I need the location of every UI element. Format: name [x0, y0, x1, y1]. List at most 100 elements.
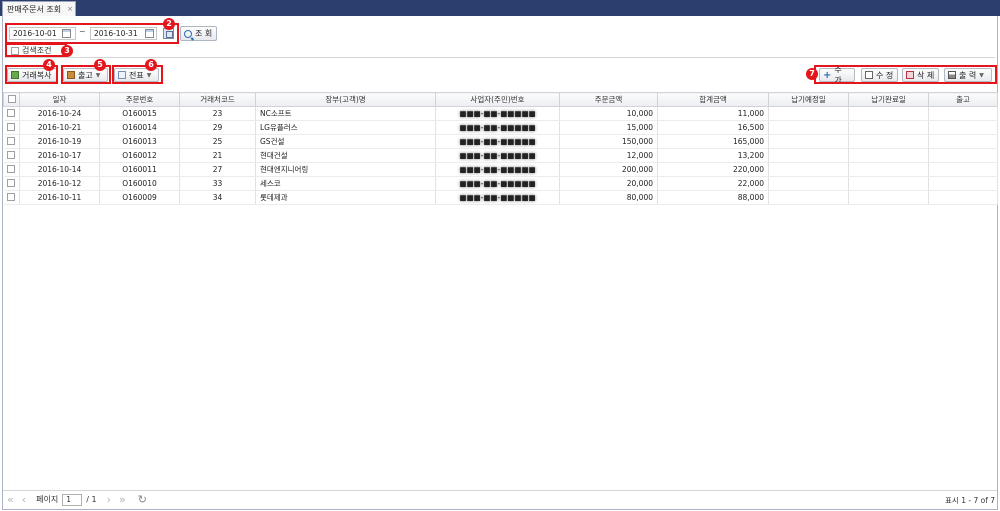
cell-release	[928, 148, 998, 163]
cell-business-no: ■■■-■■-■■■■■	[435, 190, 560, 205]
column-header-total-amount[interactable]: 합계금액	[657, 92, 769, 107]
prev-page-icon[interactable]: ‹	[22, 493, 26, 506]
cell-client-code: 34	[179, 190, 256, 205]
callout-badge-3: 3	[61, 45, 73, 57]
table-row[interactable]: 2016-10-14 O160011 27 현대엔지니어링 ■■■-■■-■■■…	[3, 162, 998, 177]
cell-customer-name: 롯데제과	[255, 190, 436, 205]
cell-customer-name: NC소프트	[255, 106, 436, 121]
cell-order-no: O160013	[99, 134, 180, 149]
column-header-completed-date[interactable]: 납기완료일	[848, 92, 929, 107]
callout-badge-2: 2	[163, 18, 175, 30]
cell-customer-name: LG유플러스	[255, 120, 436, 135]
cell-due-date	[768, 190, 849, 205]
next-page-icon[interactable]: ›	[107, 493, 111, 506]
row-checkbox[interactable]	[7, 108, 16, 117]
last-page-icon[interactable]: »	[119, 493, 126, 506]
cell-release	[928, 190, 998, 205]
tab-sales-order-inquiry[interactable]: 판매주문서 조회 ×	[2, 1, 76, 16]
column-header-business-no[interactable]: 사업자(주민)번호	[435, 92, 560, 107]
cell-release	[928, 176, 998, 191]
page-number-input[interactable]: 1	[62, 493, 83, 506]
cell-date: 2016-10-21	[19, 120, 100, 135]
column-header-client-code[interactable]: 거래처코드	[179, 92, 256, 107]
cell-order-amount: 80,000	[559, 190, 658, 205]
table-row[interactable]: 2016-10-11 O160009 34 롯데제과 ■■■-■■-■■■■■ …	[3, 190, 998, 205]
table-header-row: 일자 주문번호 거래처코드 장부(고객)명 사업자(주민)번호 주문금액 합계금…	[3, 92, 998, 107]
column-header-order-no[interactable]: 주문번호	[99, 92, 180, 107]
cell-customer-name: 현대건설	[255, 148, 436, 163]
cell-client-code: 21	[179, 148, 256, 163]
callout-box-search-condition	[5, 43, 67, 57]
table-row[interactable]: 2016-10-21 O160014 29 LG유플러스 ■■■-■■-■■■■…	[3, 120, 998, 135]
cell-date: 2016-10-17	[19, 148, 100, 163]
row-select-cell[interactable]	[3, 106, 20, 121]
row-checkbox[interactable]	[7, 122, 16, 131]
table-row[interactable]: 2016-10-19 O160013 25 GS건설 ■■■-■■-■■■■■ …	[3, 134, 998, 149]
tab-close-icon[interactable]: ×	[67, 5, 73, 13]
cell-customer-name: GS건설	[255, 134, 436, 149]
total-pages: / 1	[86, 495, 97, 504]
tab-title: 판매주문서 조회	[7, 4, 62, 14]
cell-due-date	[768, 148, 849, 163]
cell-order-amount: 200,000	[559, 162, 658, 177]
row-select-cell[interactable]	[3, 190, 20, 205]
callout-badge-7: 7	[806, 68, 818, 80]
callout-box-actions	[814, 65, 997, 84]
cell-order-no: O160012	[99, 148, 180, 163]
cell-order-no: O160014	[99, 120, 180, 135]
cell-client-code: 33	[179, 176, 256, 191]
cell-date: 2016-10-12	[19, 176, 100, 191]
cell-client-code: 23	[179, 106, 256, 121]
cell-date: 2016-10-24	[19, 106, 100, 121]
divider	[5, 57, 995, 58]
cell-completed-date	[848, 148, 929, 163]
search-button[interactable]: 조 회	[180, 26, 217, 41]
cell-date: 2016-10-14	[19, 162, 100, 177]
tab-bar: 판매주문서 조회 ×	[0, 0, 1000, 16]
cell-order-amount: 20,000	[559, 176, 658, 191]
cell-order-amount: 150,000	[559, 134, 658, 149]
row-checkbox[interactable]	[7, 164, 16, 173]
cell-business-no: ■■■-■■-■■■■■	[435, 134, 560, 149]
cell-due-date	[768, 106, 849, 121]
table-row[interactable]: 2016-10-24 O160015 23 NC소프트 ■■■-■■-■■■■■…	[3, 106, 998, 121]
callout-box-date-range	[5, 23, 179, 44]
row-checkbox[interactable]	[7, 136, 16, 145]
callout-badge-5: 5	[94, 59, 106, 71]
cell-client-code: 25	[179, 134, 256, 149]
cell-customer-name: 현대엔지니어링	[255, 162, 436, 177]
cell-order-no: O160015	[99, 106, 180, 121]
row-checkbox[interactable]	[7, 192, 16, 201]
cell-total-amount: 88,000	[657, 190, 769, 205]
cell-release	[928, 134, 998, 149]
column-header-customer-name[interactable]: 장부(고객)명	[255, 92, 436, 107]
cell-business-no: ■■■-■■-■■■■■	[435, 162, 560, 177]
sales-order-table: 일자 주문번호 거래처코드 장부(고객)명 사업자(주민)번호 주문금액 합계금…	[3, 92, 998, 205]
row-checkbox[interactable]	[7, 150, 16, 159]
column-header-due-date[interactable]: 납기예정일	[768, 92, 849, 107]
row-select-cell[interactable]	[3, 148, 20, 163]
refresh-icon[interactable]: ↻	[138, 493, 147, 506]
cell-order-amount: 10,000	[559, 106, 658, 121]
cell-release	[928, 120, 998, 135]
row-select-cell[interactable]	[3, 134, 20, 149]
callout-badge-4: 4	[43, 59, 55, 71]
first-page-icon[interactable]: «	[7, 493, 14, 506]
row-select-cell[interactable]	[3, 120, 20, 135]
cell-due-date	[768, 176, 849, 191]
cell-completed-date	[848, 190, 929, 205]
table-row[interactable]: 2016-10-12 O160010 33 세스코 ■■■-■■-■■■■■ 2…	[3, 176, 998, 191]
row-select-cell[interactable]	[3, 162, 20, 177]
column-header-order-amount[interactable]: 주문금액	[559, 92, 658, 107]
cell-completed-date	[848, 120, 929, 135]
column-header-date[interactable]: 일자	[19, 92, 100, 107]
table-row[interactable]: 2016-10-17 O160012 21 현대건설 ■■■-■■-■■■■■ …	[3, 148, 998, 163]
cell-release	[928, 162, 998, 177]
row-select-cell[interactable]	[3, 176, 20, 191]
column-header-release[interactable]: 출고	[928, 92, 998, 107]
select-all-checkbox[interactable]	[7, 94, 16, 103]
cell-business-no: ■■■-■■-■■■■■	[435, 120, 560, 135]
select-all-cell[interactable]	[3, 92, 20, 107]
row-checkbox[interactable]	[7, 178, 16, 187]
cell-business-no: ■■■-■■-■■■■■	[435, 176, 560, 191]
